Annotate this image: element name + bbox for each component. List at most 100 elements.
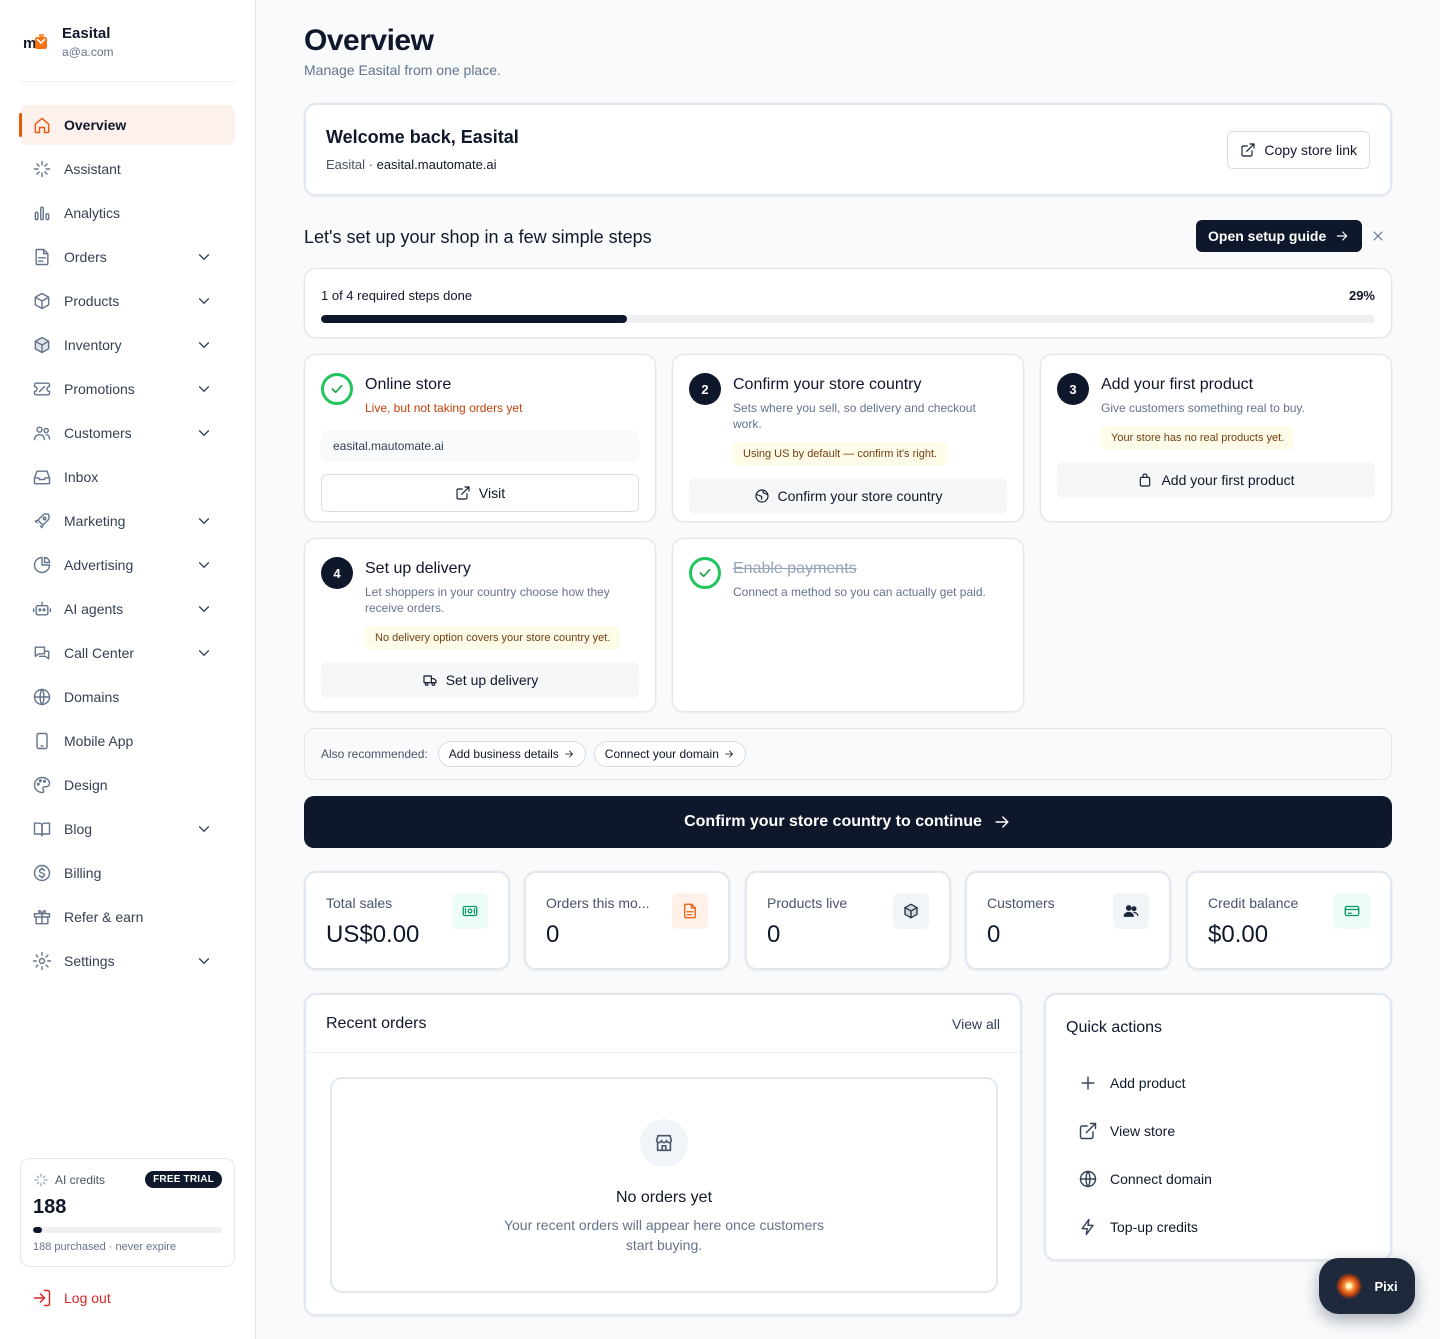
step-note: Using US by default — confirm it's right… [733,442,948,466]
chevron-down-icon[interactable] [195,820,213,838]
stat-credit-balance[interactable]: Credit balance $0.00 [1186,871,1392,970]
external-link-icon [1241,143,1255,157]
ai-credits-card[interactable]: AI credits FREE TRIAL 188 188 purchased … [20,1158,235,1267]
stat-total-sales[interactable]: Total sales US$0.00 [304,871,510,970]
close-icon[interactable] [1370,228,1386,244]
chevron-down-icon[interactable] [195,424,213,442]
quick-action-label: Connect domain [1110,1171,1212,1187]
sidebar-item-analytics[interactable]: Analytics [20,193,235,233]
visit-store-label: Visit [478,485,506,501]
sidebar-item-overview[interactable]: Overview [19,105,235,145]
sidebar-item-inbox[interactable]: Inbox [20,457,235,497]
box-icon [34,292,50,310]
step-title: Add your first product [1101,376,1254,393]
users-icon [1113,893,1149,929]
chevron-down-icon[interactable] [195,600,213,618]
sidebar-item-label: Advertising [64,557,134,573]
sidebar-item-call-center[interactable]: Call Center [20,633,235,673]
setup-progress-percent: 29% [1348,288,1375,303]
step-note: No delivery option covers your store cou… [365,626,621,650]
chevron-down-icon[interactable] [195,556,213,574]
store-name: Easital [326,157,366,172]
chevron-down-icon[interactable] [195,336,213,354]
confirm-country-button[interactable]: Confirm your store country [689,478,1007,514]
chevron-down-icon[interactable] [195,248,213,266]
sidebar-item-label: Promotions [64,381,135,397]
check-icon [331,384,343,394]
step-title: Online store [365,376,452,393]
sidebar-item-mobile-app[interactable]: Mobile App [20,721,235,761]
quick-action-connect-domain[interactable]: Connect domain [1066,1155,1370,1203]
stat-products-live[interactable]: Products live 0 [745,871,951,970]
add-first-product-label: Add your first product [1161,472,1295,488]
stat-label: Products live [767,895,848,911]
page-title: Overview [304,24,434,57]
open-setup-guide-button[interactable]: Open setup guide [1196,220,1363,252]
sidebar-item-ai-agents[interactable]: AI agents [20,589,235,629]
quick-action-label: View store [1110,1123,1176,1139]
setup-title: Let's set up your shop in a few simple s… [304,227,652,247]
credit-card-icon [1334,893,1370,929]
stat-label: Orders this mo... [546,895,650,911]
sidebar-item-promotions[interactable]: Promotions [20,369,235,409]
bar-chart-icon [34,206,50,221]
sidebar-item-blog[interactable]: Blog [20,809,235,849]
view-all-orders-link[interactable]: View all [952,1016,1000,1032]
step-note: Your store has no real products yet. [1101,426,1295,450]
sidebar-item-assistant[interactable]: Assistant [20,149,235,189]
stat-customers[interactable]: Customers 0 [965,871,1171,970]
workspace-switcher[interactable]: m Easital a@a.com [20,20,236,82]
set-up-delivery-button[interactable]: Set up delivery [321,662,639,698]
pixi-assistant-button[interactable]: Pixi [1319,1258,1415,1314]
globe-icon [33,688,51,706]
shopping-bag-icon [1140,473,1151,487]
sidebar-item-billing[interactable]: Billing [20,853,235,893]
settings-icon [32,951,52,971]
step-title: Set up delivery [365,560,471,577]
sidebar-item-label: Mobile App [64,733,134,749]
sidebar-item-label: Call Center [64,645,135,661]
add-business-details-chip[interactable]: Add business details [437,741,586,767]
arrow-right-icon [724,750,733,758]
chevron-down-icon[interactable] [195,512,213,530]
sidebar-item-products[interactable]: Products [20,281,235,321]
quick-action-view-store[interactable]: View store [1066,1107,1370,1155]
chevron-down-icon[interactable] [195,292,213,310]
sidebar-item-marketing[interactable]: Marketing [20,501,235,541]
sparkles-icon [34,1172,48,1187]
quick-action-add-product[interactable]: Add product [1066,1059,1370,1107]
sidebar-item-orders[interactable]: Orders [20,237,235,277]
store-url-field: easital.mautomate.ai [321,430,639,462]
quick-action-top-up-credits[interactable]: Top-up credits [1066,1203,1370,1251]
copy-store-link-button[interactable]: Copy store link [1227,131,1370,169]
add-first-product-button[interactable]: Add your first product [1057,462,1375,498]
stat-orders-this-month[interactable]: Orders this mo... 0 [524,871,730,970]
cash-icon [452,893,488,929]
confirm-country-cta-button[interactable]: Confirm your store country to continue [304,796,1392,848]
brand-logo: m [23,34,47,52]
document-icon [672,893,708,929]
inbox-icon [33,470,51,485]
logout-button[interactable]: Log out [32,1288,111,1308]
connect-domain-chip[interactable]: Connect your domain [593,741,746,767]
external-link-icon [456,486,470,500]
step-description: Connect a method so you can actually get… [733,585,986,599]
chevron-down-icon[interactable] [195,952,213,970]
store-separator: · [365,157,377,172]
visit-store-button[interactable]: Visit [321,474,639,512]
sidebar-item-settings[interactable]: Settings [20,941,235,981]
sidebar-item-customers[interactable]: Customers [20,413,235,453]
sidebar-item-refer-earn[interactable]: Refer & earn [20,897,235,937]
chevron-down-icon[interactable] [195,380,213,398]
step-online-store: Online store Live, but not taking orders… [304,354,656,522]
chevron-down-icon[interactable] [195,644,213,662]
truck-icon [423,675,437,686]
chip-label: Add business details [448,747,559,761]
sidebar-item-design[interactable]: Design [20,765,235,805]
sidebar-item-inventory[interactable]: Inventory [20,325,235,365]
sidebar-item-advertising[interactable]: Advertising [20,545,235,585]
open-setup-guide-label: Open setup guide [1208,228,1327,244]
stat-label: Credit balance [1208,895,1299,911]
sidebar-item-domains[interactable]: Domains [20,677,235,717]
sidebar-item-label: Blog [64,821,93,837]
